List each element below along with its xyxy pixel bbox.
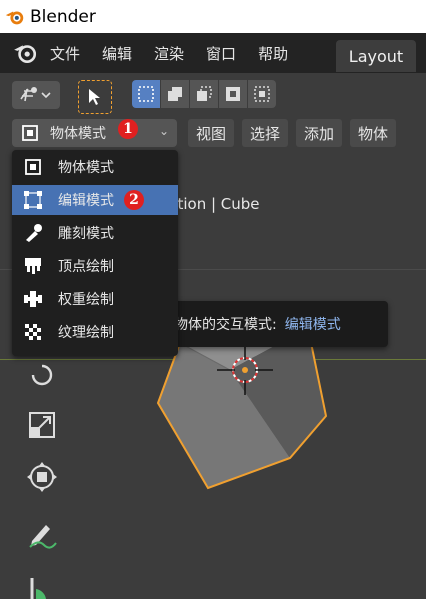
edit-mode-icon (22, 189, 44, 211)
weight-paint-icon (22, 288, 44, 310)
workspace-tab-layout[interactable]: Layout (336, 40, 416, 72)
menu-window[interactable]: 窗口 (206, 43, 236, 64)
3d-viewport[interactable]: 物体模式 ⌄ 1 视图 选择 添加 物体 ection | Cube 设置物体的… (0, 73, 426, 599)
transform-icon (27, 462, 57, 492)
editor-type-icon (20, 87, 51, 102)
vertex-paint-icon (22, 255, 44, 277)
header-menu-select[interactable]: 选择 (242, 119, 288, 147)
dropdown-item-texture-paint[interactable]: 纹理绘制 (12, 317, 178, 347)
select-extend-button[interactable] (161, 80, 189, 108)
dropdown-item-label: 纹理绘制 (58, 325, 114, 341)
select-intersect-icon (254, 86, 270, 102)
dropdown-item-weight-paint[interactable]: 权重绘制 (12, 284, 178, 314)
chevron-down-icon: ⌄ (158, 124, 169, 138)
select-extend-icon (168, 87, 182, 101)
dropdown-item-label: 雕刻模式 (58, 226, 114, 242)
header-menu-object[interactable]: 物体 (350, 119, 396, 147)
dropdown-item-sculpt-mode[interactable]: 雕刻模式 (12, 218, 178, 248)
blender-logo-icon (5, 11, 24, 24)
callout-badge-1: 1 (118, 119, 138, 139)
header-menu-view[interactable]: 视图 (188, 119, 234, 147)
dropdown-item-label: 顶点绘制 (58, 259, 114, 275)
select-new-button[interactable] (132, 80, 160, 108)
viewport-header-row2: 物体模式 ⌄ 1 视图 选择 添加 物体 (0, 117, 426, 147)
menu-render[interactable]: 渲染 (154, 43, 184, 64)
object-mode-icon (22, 156, 44, 178)
annotate-tool-button[interactable] (20, 513, 64, 557)
menu-edit[interactable]: 编辑 (102, 43, 132, 64)
scale-icon (29, 412, 55, 438)
viewport-header (0, 73, 426, 114)
callout-badge-2: 2 (124, 190, 144, 210)
dropdown-item-object-mode[interactable]: 物体模式 (12, 152, 178, 182)
measure-tool-button[interactable] (20, 569, 64, 599)
select-invert-icon (226, 87, 240, 101)
selection-mode-group (132, 80, 277, 108)
rotate-icon (31, 364, 53, 386)
menu-help[interactable]: 帮助 (258, 43, 288, 64)
tooltip-value: 编辑模式 (284, 317, 341, 333)
rotate-tool-button[interactable] (20, 353, 64, 397)
mode-select-button[interactable]: 物体模式 ⌄ (12, 119, 177, 147)
select-box-icon (138, 86, 154, 102)
dropdown-item-label: 编辑模式 (58, 193, 114, 209)
blender-menu-icon[interactable] (12, 40, 38, 66)
transform-tool-button[interactable] (20, 455, 64, 499)
sculpt-mode-icon (22, 222, 44, 244)
select-subtract-icon (197, 86, 212, 101)
dropdown-item-vertex-paint[interactable]: 顶点绘制 (12, 251, 178, 281)
editor-type-button[interactable] (12, 81, 60, 109)
select-tool-button[interactable] (78, 80, 112, 114)
dropdown-item-label: 物体模式 (58, 160, 114, 176)
texture-paint-icon (22, 321, 44, 343)
dropdown-item-edit-mode[interactable]: 编辑模式 (12, 185, 178, 215)
mode-select-label: 物体模式 (50, 126, 106, 142)
3d-cursor-icon (217, 345, 273, 395)
measure-ruler-icon (30, 578, 46, 599)
top-menubar: 文件 编辑 渲染 窗口 帮助 Layout (0, 33, 426, 73)
window-titlebar: Blender (0, 0, 426, 33)
annotate-pen-icon (29, 525, 57, 549)
select-invert-button[interactable] (219, 80, 247, 108)
menu-file[interactable]: 文件 (50, 43, 80, 64)
mode-dropdown-menu: 物体模式 编辑模式 雕刻模式 顶点绘制 权重绘制 纹理绘制 2 (12, 150, 178, 356)
cursor-arrow-icon (89, 89, 100, 105)
dropdown-item-label: 权重绘制 (58, 292, 114, 308)
window-title: Blender (30, 6, 96, 27)
header-menu-add[interactable]: 添加 (296, 119, 342, 147)
scale-tool-button[interactable] (20, 403, 64, 447)
select-subtract-button[interactable] (190, 80, 218, 108)
select-intersect-button[interactable] (248, 80, 276, 108)
object-mode-icon (22, 125, 38, 141)
